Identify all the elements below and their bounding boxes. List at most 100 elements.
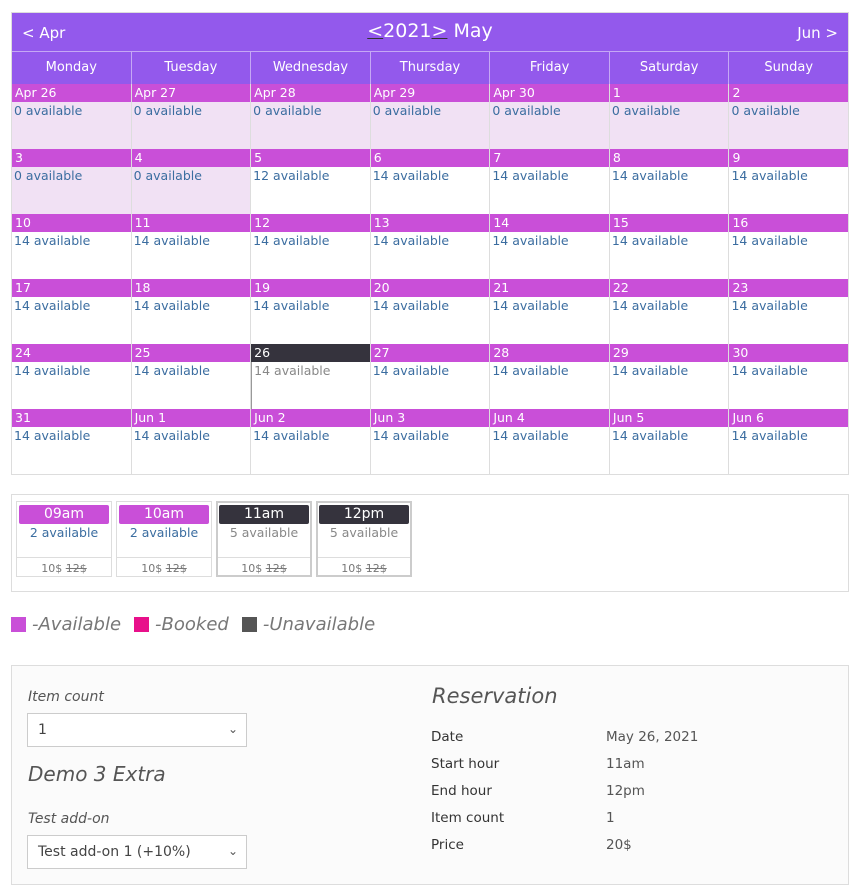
- calendar-day[interactable]: 28 14 available: [490, 344, 610, 409]
- calendar-day[interactable]: Jun 2 14 available: [251, 409, 371, 474]
- day-number: Apr 26: [12, 84, 131, 102]
- slot-price: 10$ 12$: [318, 562, 410, 575]
- day-number: 6: [370, 149, 490, 167]
- day-number: 1: [609, 84, 729, 102]
- slot-old-price: 12$: [365, 562, 387, 575]
- calendar-day[interactable]: 8 14 available: [609, 149, 730, 214]
- calendar-day[interactable]: Apr 27 0 available: [131, 84, 252, 149]
- calendar-day[interactable]: 5 12 available: [251, 149, 371, 214]
- slot-time: 11am: [219, 505, 309, 524]
- day-availability: 14 available: [609, 427, 729, 474]
- day-availability: 14 available: [609, 232, 729, 279]
- calendar-day[interactable]: 18 14 available: [131, 279, 252, 344]
- calendar-day[interactable]: Apr 26 0 available: [12, 84, 132, 149]
- calendar-day[interactable]: 15 14 available: [609, 214, 730, 279]
- booking-form: Item count 1 ⌄ Demo 3 Extra Test add-on …: [11, 665, 849, 885]
- calendar-day[interactable]: 10 available: [609, 84, 730, 149]
- calendar-day[interactable]: Jun 1 14 available: [131, 409, 252, 474]
- calendar-day[interactable]: 20 14 available: [370, 279, 491, 344]
- reservation-key: Date: [431, 729, 464, 745]
- slot-time: 10am: [119, 505, 209, 524]
- day-availability: 0 available: [729, 102, 849, 149]
- day-number: 2: [729, 84, 849, 102]
- slot-availability: 2 available: [117, 525, 211, 558]
- legend-label: -Unavailable: [262, 614, 376, 635]
- day-number: Jun 4: [490, 409, 609, 427]
- calendar-day[interactable]: 11 14 available: [131, 214, 252, 279]
- day-number: 23: [729, 279, 849, 297]
- reservation-key: End hour: [431, 783, 492, 799]
- legend: -Available -Booked -Unavailable: [11, 614, 388, 635]
- calendar-week-row: 10 14 available 11 14 available 12 14 availab…: [12, 214, 849, 279]
- calendar-day[interactable]: Jun 6 14 available: [729, 409, 849, 474]
- calendar-day[interactable]: 20 available: [729, 84, 849, 149]
- next-year-link[interactable]: >: [432, 20, 448, 42]
- day-number: Apr 27: [131, 84, 251, 102]
- calendar-day[interactable]: 25 14 available: [131, 344, 252, 409]
- calendar-day[interactable]: 21 14 available: [490, 279, 610, 344]
- time-slot[interactable]: 11am 5 available 10$ 12$: [216, 501, 312, 577]
- calendar-day-selected[interactable]: 26 14 available: [251, 344, 371, 409]
- calendar-day[interactable]: 23 14 available: [729, 279, 849, 344]
- item-count-value: 1: [38, 722, 47, 738]
- day-availability: 14 available: [131, 427, 251, 474]
- day-availability: 14 available: [490, 297, 609, 344]
- reservation-title: Reservation: [432, 684, 558, 708]
- day-number: Apr 29: [370, 84, 490, 102]
- calendar-day[interactable]: 10 14 available: [12, 214, 132, 279]
- time-slot[interactable]: 12pm 5 available 10$ 12$: [316, 501, 412, 577]
- calendar-day[interactable]: Jun 5 14 available: [609, 409, 730, 474]
- calendar-day[interactable]: 14 14 available: [490, 214, 610, 279]
- item-count-select[interactable]: 1 ⌄: [27, 713, 247, 747]
- calendar-day[interactable]: 30 14 available: [729, 344, 849, 409]
- calendar-day[interactable]: 40 available: [131, 149, 252, 214]
- slot-availability: 5 available: [218, 525, 310, 558]
- calendar-day[interactable]: 22 14 available: [609, 279, 730, 344]
- day-availability: 14 available: [490, 167, 609, 214]
- day-number: 4: [131, 149, 251, 167]
- calendar-week-row: 17 14 available 18 14 available 19 14 availab…: [12, 279, 849, 344]
- calendar-day[interactable]: 16 14 available: [729, 214, 849, 279]
- calendar-day[interactable]: Apr 28 0 available: [251, 84, 371, 149]
- calendar-day[interactable]: 13 14 available: [370, 214, 491, 279]
- legend-swatch: [11, 617, 26, 632]
- calendar-day[interactable]: 19 14 available: [251, 279, 371, 344]
- addon-select[interactable]: Test add-on 1 (+10%) ⌄: [27, 835, 247, 869]
- slot-price: 10$ 12$: [17, 562, 111, 575]
- day-number: 10: [12, 214, 131, 232]
- calendar-day[interactable]: Apr 29 0 available: [370, 84, 491, 149]
- prev-year-link[interactable]: <: [367, 20, 383, 42]
- calendar-grid: Apr 26 0 available Apr 27 0 available Apr 28…: [12, 84, 849, 474]
- calendar-day[interactable]: 7 14 available: [490, 149, 610, 214]
- addon-value: Test add-on 1 (+10%): [38, 844, 191, 860]
- reservation-key: Item count: [431, 810, 505, 826]
- slot-old-price: 12$: [165, 562, 187, 575]
- day-availability: 14 available: [729, 297, 849, 344]
- day-availability: 14 available: [609, 167, 729, 214]
- time-slot[interactable]: 10am 2 available 10$ 12$: [116, 501, 212, 577]
- legend-swatch: [241, 617, 257, 632]
- time-slots-panel: 09am 2 available 10$ 12$ 10am 2 available 10$…: [11, 494, 849, 592]
- calendar-day[interactable]: 29 14 available: [609, 344, 730, 409]
- weekday-header: Saturday: [610, 52, 730, 84]
- calendar-day[interactable]: Apr 30 0 available: [490, 84, 610, 149]
- day-availability: 0 available: [131, 102, 251, 149]
- calendar-day[interactable]: 27 14 available: [370, 344, 491, 409]
- calendar-day[interactable]: Jun 3 14 available: [370, 409, 491, 474]
- calendar-day[interactable]: 24 14 available: [12, 344, 132, 409]
- time-slot[interactable]: 09am 2 available 10$ 12$: [16, 501, 112, 577]
- calendar-day[interactable]: Jun 4 14 available: [490, 409, 610, 474]
- weekday-header-row: Monday Tuesday Wednesday Thursday Friday Satu…: [12, 52, 848, 84]
- slot-old-price: 12$: [265, 562, 287, 575]
- day-availability: 14 available: [370, 167, 490, 214]
- calendar-day[interactable]: 9 14 available: [729, 149, 849, 214]
- day-number: 16: [729, 214, 849, 232]
- calendar-week-row: 30 available 4 0 available 5 12 available 6 14…: [12, 149, 849, 214]
- calendar-day[interactable]: 17 14 available: [12, 279, 132, 344]
- calendar-day[interactable]: 30 available: [12, 149, 132, 214]
- legend-item: -Available: [11, 614, 121, 635]
- next-month-link[interactable]: Jun >: [797, 24, 838, 42]
- calendar-day[interactable]: 6 14 available: [370, 149, 491, 214]
- calendar-day[interactable]: 12 14 available: [251, 214, 371, 279]
- calendar-day[interactable]: 31 14 available: [12, 409, 132, 474]
